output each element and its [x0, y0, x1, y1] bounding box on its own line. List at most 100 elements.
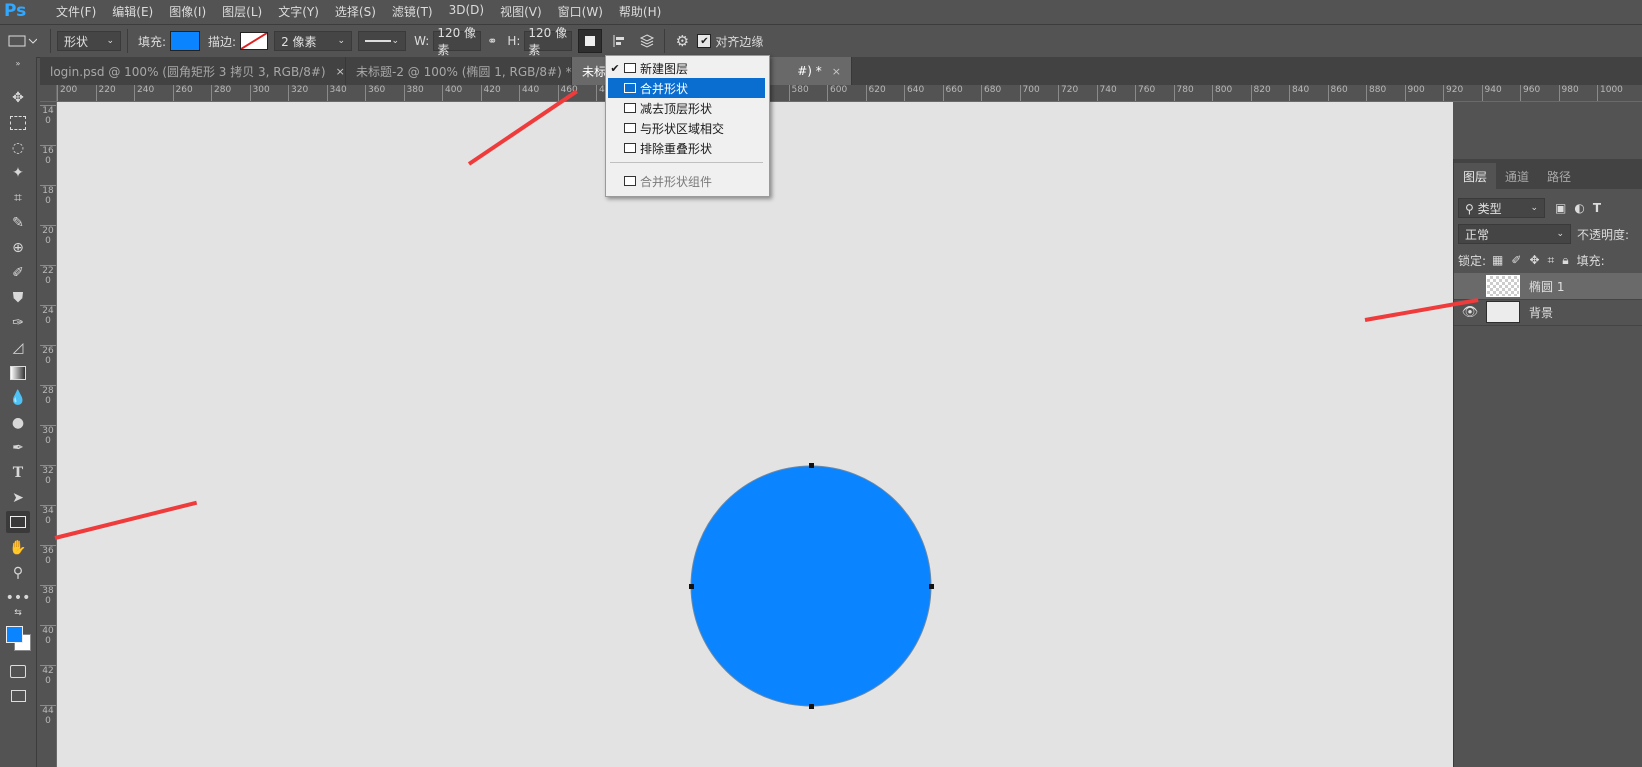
close-icon[interactable]: ×: [336, 65, 345, 78]
menu-item[interactable]: 图层(L): [214, 3, 270, 20]
ruler-tick: 680: [981, 85, 1001, 101]
lasso-tool-icon[interactable]: ◌: [6, 137, 30, 159]
layer-thumbnail: [1486, 301, 1520, 323]
menu-item[interactable]: 窗口(W): [550, 3, 611, 20]
move-tool-icon[interactable]: ✥: [6, 87, 30, 109]
zoom-tool-icon[interactable]: ⚲: [6, 562, 30, 584]
rectangle-tool-icon[interactable]: [6, 511, 30, 533]
lock-all-icon[interactable]: 🔒︎: [1562, 253, 1568, 268]
ellipse-shape[interactable]: [690, 465, 932, 707]
lock-artboard-icon[interactable]: ⌗: [1548, 253, 1555, 268]
path-selection-tool-icon[interactable]: ➤: [6, 487, 30, 509]
height-input[interactable]: 120 像素: [524, 26, 573, 57]
shape-op-icon: [624, 103, 636, 113]
stroke-type-select[interactable]: ⌄: [358, 31, 407, 51]
layer-filter-row: ⚲ 类型 ⌄ ▣ ◐ T: [1458, 197, 1601, 219]
menu-option[interactable]: 排除重叠形状: [608, 138, 765, 158]
width-label: W:: [414, 34, 430, 48]
doc-tab-login[interactable]: login.psd @ 100% (圆角矩形 3 拷贝 3, RGB/8#) ×: [40, 57, 346, 85]
gradient-tool-icon[interactable]: [6, 362, 30, 384]
blend-mode-select[interactable]: 正常 ⌄: [1458, 224, 1571, 244]
menu-item[interactable]: 选择(S): [327, 3, 384, 20]
link-icon[interactable]: ⚭: [481, 30, 503, 52]
anchor-point[interactable]: [929, 584, 934, 589]
separator: [127, 29, 128, 53]
tab-paths[interactable]: 路径: [1538, 163, 1580, 189]
eraser-tool-icon[interactable]: ◿: [6, 337, 30, 359]
layer-filter-select[interactable]: ⚲ 类型 ⌄: [1458, 198, 1545, 218]
layer-row-ellipse[interactable]: 椭圆 1: [1454, 273, 1642, 300]
tab-channels[interactable]: 通道: [1496, 163, 1538, 189]
magic-wand-tool-icon[interactable]: ✦: [6, 162, 30, 184]
menu-option-label: 减去顶层形状: [640, 101, 713, 116]
ruler-tick: 400: [442, 85, 462, 101]
align-edges-checkbox[interactable]: ✔: [697, 34, 712, 48]
menu-item[interactable]: 视图(V): [492, 3, 550, 20]
menu-item[interactable]: 帮助(H): [611, 3, 669, 20]
tab-layers[interactable]: 图层: [1454, 163, 1497, 189]
lock-transparent-icon[interactable]: ▦: [1492, 253, 1503, 267]
quick-mask-icon[interactable]: [6, 660, 30, 682]
gear-icon[interactable]: ⚙: [671, 30, 693, 52]
doc-tab-untitled-2[interactable]: 未标题-2 @ 100% (椭圆 1, RGB/8#) *×: [346, 57, 591, 85]
stroke-color-swatch[interactable]: [240, 32, 269, 50]
crop-tool-icon[interactable]: ⌗: [6, 187, 30, 209]
anchor-point[interactable]: [809, 463, 814, 468]
shape-op-icon: [624, 63, 636, 73]
type-filter-icon[interactable]: T: [1593, 201, 1601, 215]
collapse-icon[interactable]: »: [6, 59, 30, 68]
lock-position-icon[interactable]: ✥: [1529, 253, 1539, 267]
document-canvas[interactable]: [57, 102, 1453, 767]
menu-item[interactable]: 文件(F): [48, 3, 104, 20]
separator: [664, 29, 666, 53]
hand-tool-icon[interactable]: ✋: [6, 537, 30, 559]
path-arrangement-button[interactable]: [636, 30, 658, 52]
pen-tool-icon[interactable]: ✒: [6, 437, 30, 459]
stroke-width-input[interactable]: 2 像素 ⌄: [274, 31, 353, 51]
layer-name: 背景: [1529, 305, 1554, 320]
menu-option[interactable]: 合并形状: [608, 78, 765, 98]
healing-brush-tool-icon[interactable]: ⊕: [6, 237, 30, 259]
close-icon[interactable]: ×: [832, 65, 841, 78]
layer-row-background[interactable]: 👁︎ 背景: [1454, 299, 1642, 326]
lock-pixels-icon[interactable]: ✐: [1511, 253, 1521, 267]
anchor-point[interactable]: [689, 584, 694, 589]
menu-option[interactable]: ✔ 新建图层: [608, 58, 765, 78]
menu-item[interactable]: 编辑(E): [104, 3, 161, 20]
fill-color-swatch[interactable]: [170, 31, 201, 51]
width-input[interactable]: 120 像素: [433, 26, 482, 57]
marquee-tool-icon[interactable]: [6, 112, 30, 134]
path-operations-button[interactable]: [578, 29, 603, 53]
brush-tool-icon[interactable]: ✐: [6, 262, 30, 284]
anchor-point[interactable]: [809, 704, 814, 709]
dodge-tool-icon[interactable]: ●: [6, 412, 30, 434]
ruler-tick: 280: [211, 85, 231, 101]
history-brush-tool-icon[interactable]: ✑: [6, 312, 30, 334]
mode-select[interactable]: 形状 ⌄: [57, 31, 121, 51]
ruler-tick: 940: [1481, 85, 1502, 101]
tool-preset-picker[interactable]: [0, 30, 44, 52]
foreground-color-swatch[interactable]: [6, 626, 23, 643]
eyedropper-tool-icon[interactable]: ✎: [6, 212, 30, 234]
ruler-tick: 300: [249, 85, 270, 101]
shape-op-icon: [624, 83, 636, 93]
image-filter-icon[interactable]: ▣: [1555, 201, 1566, 215]
screen-mode-icon[interactable]: [6, 685, 30, 707]
adjustment-filter-icon[interactable]: ◐: [1574, 201, 1584, 215]
more-tools-icon[interactable]: •••: [6, 587, 31, 609]
menu-option[interactable]: 减去顶层形状: [608, 98, 765, 118]
menu-item[interactable]: 图像(I): [161, 3, 214, 20]
type-tool-icon[interactable]: T: [6, 462, 30, 484]
ruler-tick: 420: [480, 85, 501, 101]
menu-item[interactable]: 滤镜(T): [384, 3, 441, 20]
stamp-tool-icon[interactable]: ⛊: [6, 287, 30, 309]
menu-option[interactable]: 与形状区域相交: [608, 118, 765, 138]
eye-icon[interactable]: 👁︎: [1454, 305, 1486, 320]
ruler-tick: 320: [288, 85, 308, 101]
blur-tool-icon[interactable]: 💧: [6, 387, 30, 409]
layers-panel: 图层 通道 路径 ⚲ 类型 ⌄ ▣ ◐ T 正常 ⌄ 不透明度: 锁定: ▦ ✐ ✥…: [1453, 159, 1642, 767]
menu-item[interactable]: 文字(Y): [270, 3, 327, 20]
path-alignment-button[interactable]: [608, 30, 630, 52]
swap-colors-icon[interactable]: ⇆: [6, 607, 30, 619]
menu-item[interactable]: 3D(D): [441, 3, 492, 20]
